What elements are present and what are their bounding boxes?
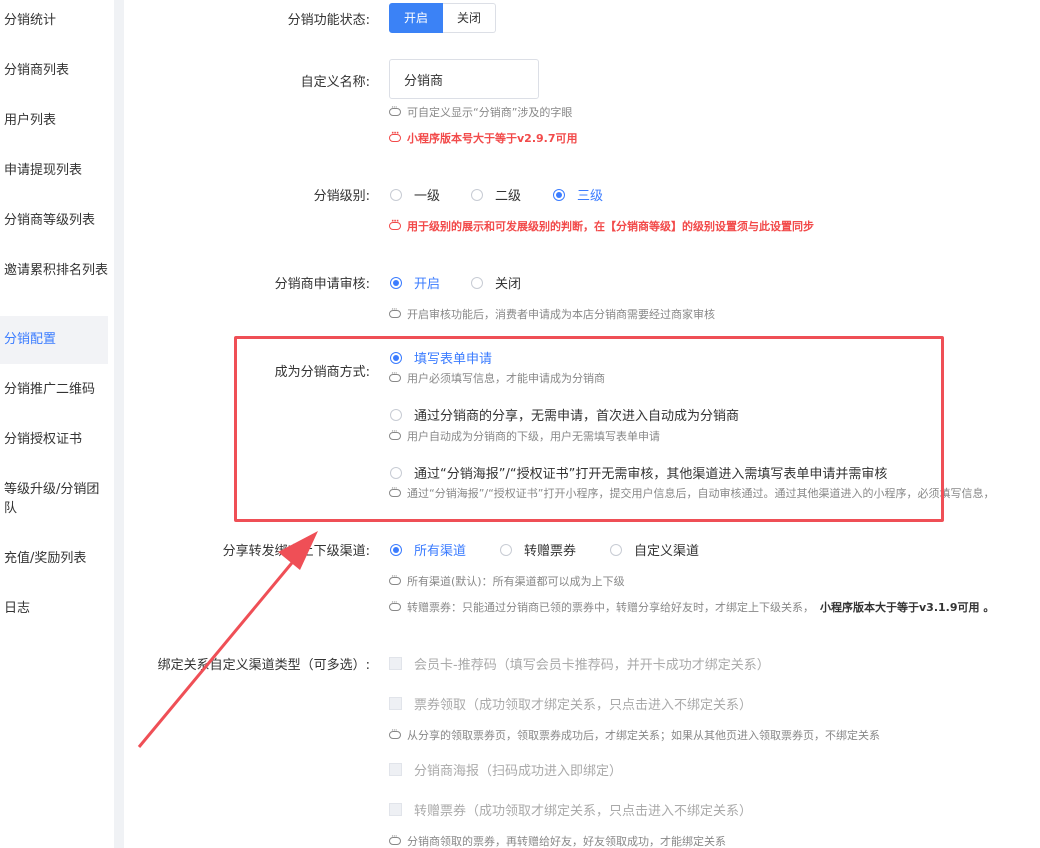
sidebar: 分销统计 分销商列表 用户列表 申请提现列表 分销商等级列表 邀请累积排名列表 … bbox=[0, 0, 114, 848]
bind-check-ticket-gift[interactable]: 转赠票券（成功领取才绑定关系，只点击进入不绑定关系） bbox=[389, 800, 752, 819]
sidebar-item-config[interactable]: 分销配置 bbox=[0, 316, 108, 364]
become-radio-form[interactable]: 填写表单申请 bbox=[390, 348, 492, 367]
checkbox-icon bbox=[389, 657, 402, 670]
channel-hint-ticket: 转赠票券：只能通过分销商已领的票券中，转赠分享给好友时，才绑定上下级关系，小程序… bbox=[389, 598, 995, 615]
info-icon bbox=[389, 832, 401, 845]
level-radio-3[interactable]: 三级 bbox=[553, 185, 603, 204]
custom-name-version-hint: 小程序版本号大于等于v2.9.7可用 bbox=[389, 129, 578, 146]
sidebar-item-stats[interactable]: 分销统计 bbox=[4, 11, 112, 30]
info-icon bbox=[389, 103, 401, 116]
channel-hint-all: 所有渠道(默认)：所有渠道都可以成为上下级 bbox=[389, 572, 625, 589]
sidebar-item-certificate[interactable]: 分销授权证书 bbox=[4, 430, 112, 449]
checkbox-icon bbox=[389, 763, 402, 776]
level-radio-1[interactable]: 一级 bbox=[390, 185, 440, 204]
checkbox-icon bbox=[389, 697, 402, 710]
audit-radio-off[interactable]: 关闭 bbox=[471, 273, 521, 292]
audit-radio-on[interactable]: 开启 bbox=[390, 273, 440, 292]
info-icon bbox=[389, 217, 401, 230]
radio-icon bbox=[471, 188, 483, 201]
radio-icon bbox=[553, 188, 565, 201]
sidebar-item-withdrawals[interactable]: 申请提现列表 bbox=[4, 161, 112, 180]
checkbox-icon bbox=[389, 803, 402, 816]
become-share-hint: 用户自动成为分销商的下级，用户无需填写表单申请 bbox=[389, 427, 660, 444]
channel-radio-all[interactable]: 所有渠道 bbox=[390, 540, 466, 559]
info-icon bbox=[389, 726, 401, 739]
channel-hint-version: 小程序版本大于等于v3.1.9可用 。 bbox=[820, 601, 995, 614]
radio-icon bbox=[390, 276, 402, 289]
level-radio-2[interactable]: 二级 bbox=[471, 185, 521, 204]
audit-label: 分销商申请审核: bbox=[274, 277, 370, 292]
info-icon bbox=[389, 598, 401, 611]
channel-radio-custom[interactable]: 自定义渠道 bbox=[610, 540, 699, 559]
status-on-button[interactable]: 开启 bbox=[389, 3, 444, 33]
bind-check-member-card[interactable]: 会员卡-推荐码（填写会员卡推荐码，并开卡成功才绑定关系） bbox=[389, 654, 770, 673]
radio-icon bbox=[390, 466, 402, 479]
radio-icon bbox=[500, 543, 512, 556]
custom-name-input[interactable] bbox=[389, 59, 539, 99]
bind-ticket-claim-hint: 从分享的领取票券页，领取票券成功后，才绑定关系；如果从其他页进入领取票券页，不绑… bbox=[389, 726, 880, 743]
sidebar-gap bbox=[114, 0, 124, 848]
info-icon bbox=[389, 427, 401, 440]
radio-icon bbox=[390, 543, 402, 556]
radio-icon bbox=[390, 188, 402, 201]
become-form-hint: 用户必须填写信息，才能申请成为分销商 bbox=[389, 369, 605, 386]
sidebar-item-logs[interactable]: 日志 bbox=[4, 599, 112, 618]
channel-label: 分享转发绑定上下级渠道: bbox=[222, 544, 370, 559]
radio-icon bbox=[390, 408, 402, 421]
sidebar-item-team[interactable]: 等级升级/分销团队 bbox=[4, 480, 112, 518]
sidebar-item-ranking[interactable]: 邀请累积排名列表 bbox=[4, 261, 112, 280]
become-radio-poster[interactable]: 通过“分销海报”/“授权证书”打开无需审核，其他渠道进入需填写表单申请并需审核 bbox=[390, 463, 887, 482]
status-toggle: 开启 关闭 bbox=[389, 3, 497, 33]
level-hint: 用于级别的展示和可发展级别的判断，在【分销商等级】的级别设置须与此设置同步 bbox=[389, 217, 814, 234]
sidebar-item-users[interactable]: 用户列表 bbox=[4, 111, 112, 130]
info-icon bbox=[389, 369, 401, 382]
info-icon bbox=[389, 129, 401, 142]
config-form: 分销功能状态: 开启 关闭 自定义名称: 可自定义显示“分销商”涉及的字眼 小程… bbox=[124, 0, 1040, 848]
sidebar-item-levels[interactable]: 分销商等级列表 bbox=[4, 211, 112, 230]
become-poster-hint: 通过“分销海报”/“授权证书”打开小程序，提交用户信息后，自动审核通过。通过其他… bbox=[389, 484, 995, 501]
become-radio-share[interactable]: 通过分销商的分享，无需申请，首次进入自动成为分销商 bbox=[390, 405, 739, 424]
bind-label: 绑定关系自定义渠道类型（可多选）: bbox=[157, 658, 370, 673]
audit-hint: 开启审核功能后，消费者申请成为本店分销商需要经过商家审核 bbox=[389, 305, 715, 322]
level-label: 分销级别: bbox=[313, 189, 370, 204]
status-off-button[interactable]: 关闭 bbox=[443, 3, 497, 33]
bind-check-ticket-claim[interactable]: 票券领取（成功领取才绑定关系，只点击进入不绑定关系） bbox=[389, 694, 752, 713]
sidebar-item-recharge[interactable]: 充值/奖励列表 bbox=[4, 549, 112, 568]
info-icon bbox=[389, 305, 401, 318]
custom-name-hint: 可自定义显示“分销商”涉及的字眼 bbox=[389, 103, 572, 120]
radio-icon bbox=[390, 351, 402, 364]
sidebar-item-distributors[interactable]: 分销商列表 bbox=[4, 61, 112, 80]
sidebar-item-qrcode[interactable]: 分销推广二维码 bbox=[4, 380, 112, 399]
radio-icon bbox=[610, 543, 622, 556]
status-label: 分销功能状态: bbox=[287, 13, 370, 28]
bind-check-poster[interactable]: 分销商海报（扫码成功进入即绑定） bbox=[389, 760, 622, 779]
custom-name-label: 自定义名称: bbox=[300, 75, 370, 90]
info-icon bbox=[389, 572, 401, 585]
info-icon bbox=[389, 484, 401, 497]
channel-radio-ticket[interactable]: 转赠票券 bbox=[500, 540, 576, 559]
bind-ticket-gift-hint: 分销商领取的票券，再转赠给好友，好友领取成功，才能绑定关系 bbox=[389, 832, 726, 848]
radio-icon bbox=[471, 276, 483, 289]
become-label: 成为分销商方式: bbox=[274, 365, 370, 380]
